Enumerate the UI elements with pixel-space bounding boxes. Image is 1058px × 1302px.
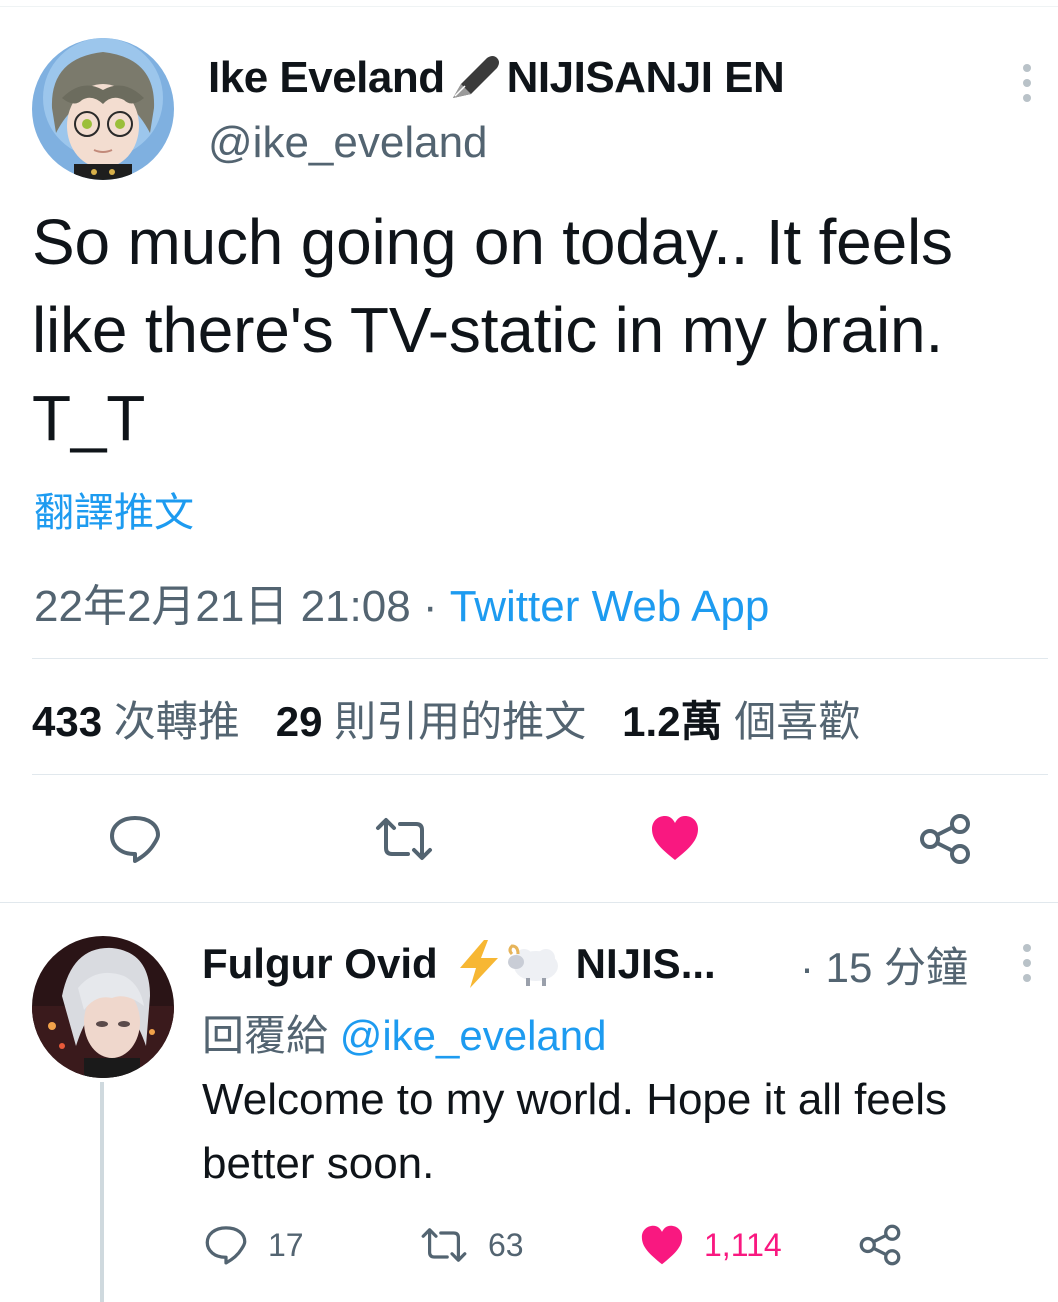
reply-button[interactable] bbox=[108, 814, 162, 864]
divider bbox=[32, 774, 1048, 775]
tweet-source[interactable]: Twitter Web App bbox=[450, 582, 770, 631]
heart-icon bbox=[652, 816, 698, 860]
meta-separator: · bbox=[410, 582, 450, 631]
tweet-text: So much going on today.. It feels like t… bbox=[32, 198, 1042, 462]
quotes-label: 則引用的推文 bbox=[334, 698, 587, 745]
reply-retweet-button[interactable]: 63 bbox=[420, 1220, 524, 1270]
share-button[interactable] bbox=[918, 812, 972, 866]
likes-stat[interactable]: 1.2萬 個喜歡 bbox=[622, 688, 860, 749]
reply-like-button[interactable]: 1,114 bbox=[640, 1220, 782, 1270]
tweet-date[interactable]: 22年2月21日 21:08 bbox=[34, 582, 411, 631]
reply-share-button[interactable] bbox=[858, 1220, 902, 1270]
likes-count: 1.2萬 bbox=[622, 698, 723, 745]
reply-author-affiliation: NIJIS... bbox=[575, 940, 716, 987]
more-options-icon[interactable] bbox=[1020, 944, 1034, 982]
tweet-text-line-3: T_T bbox=[32, 382, 146, 454]
sheep-icon bbox=[507, 944, 558, 986]
thread-connector bbox=[100, 1082, 104, 1302]
author-affiliation: NIJISANJI EN bbox=[506, 53, 785, 102]
author-avatar-image bbox=[32, 38, 174, 180]
translate-tweet-link[interactable]: 翻譯推文 bbox=[34, 480, 194, 538]
like-button[interactable] bbox=[650, 814, 700, 862]
more-options-icon[interactable] bbox=[1020, 64, 1034, 102]
retweets-label: 次轉推 bbox=[113, 698, 240, 745]
reply-to-line: 回覆給 @ike_eveland bbox=[202, 1002, 607, 1063]
retweets-stat[interactable]: 433 次轉推 bbox=[32, 688, 240, 749]
divider bbox=[32, 658, 1048, 659]
reply-reply-count: 17 bbox=[268, 1226, 304, 1263]
tweet-text-line-2: like there's TV-static in my brain. bbox=[32, 294, 944, 366]
author-name: Ike Eveland bbox=[208, 53, 445, 102]
reply-icon bbox=[110, 816, 160, 863]
reply-to-label: 回覆給 bbox=[202, 1012, 329, 1059]
reply-to-mention[interactable]: @ike_eveland bbox=[340, 1012, 607, 1059]
reply-author-name: Fulgur Ovid bbox=[202, 940, 438, 987]
quotes-count: 29 bbox=[275, 698, 323, 745]
quotes-stat[interactable]: 29 則引用的推文 bbox=[276, 688, 586, 749]
reply-author-avatar[interactable] bbox=[32, 936, 174, 1078]
retweets-count: 433 bbox=[32, 698, 103, 745]
tweet-meta: 22年2月21日 21:08 · Twitter Web App bbox=[34, 570, 769, 634]
top-divider bbox=[0, 6, 1058, 7]
retweet-icon bbox=[376, 818, 432, 860]
tweet-text-line-1: So much going on today.. It feels bbox=[32, 206, 953, 278]
reply-reply-button[interactable]: 17 bbox=[204, 1220, 304, 1270]
reply-text: Welcome to my world. Hope it all feels b… bbox=[202, 1075, 948, 1188]
author-name-line[interactable]: Ike Eveland NIJISANJI EN bbox=[208, 50, 785, 106]
retweet-icon bbox=[421, 1228, 467, 1262]
heart-icon bbox=[641, 1225, 683, 1265]
share-icon bbox=[920, 814, 970, 864]
reply-timestamp[interactable]: · 15 分鐘 bbox=[800, 936, 968, 992]
divider bbox=[0, 902, 1058, 903]
reply-author-name-line[interactable]: Fulgur Ovid NIJIS... bbox=[202, 936, 716, 992]
tweet-stats: 433 次轉推 29 則引用的推文 1.2萬 個喜歡 bbox=[32, 688, 860, 749]
reply-author-avatar-image bbox=[32, 936, 174, 1078]
fountain-pen-icon bbox=[452, 56, 499, 98]
retweet-button[interactable] bbox=[374, 816, 434, 862]
share-icon bbox=[859, 1224, 901, 1266]
reply-icon bbox=[205, 1226, 247, 1265]
reply-like-count: 1,114 bbox=[704, 1226, 782, 1263]
reply-retweet-count: 63 bbox=[488, 1226, 524, 1263]
likes-label: 個喜歡 bbox=[734, 698, 861, 745]
author-handle[interactable]: @ike_eveland bbox=[208, 118, 488, 168]
lightning-icon bbox=[459, 940, 498, 988]
author-avatar[interactable] bbox=[32, 38, 174, 180]
